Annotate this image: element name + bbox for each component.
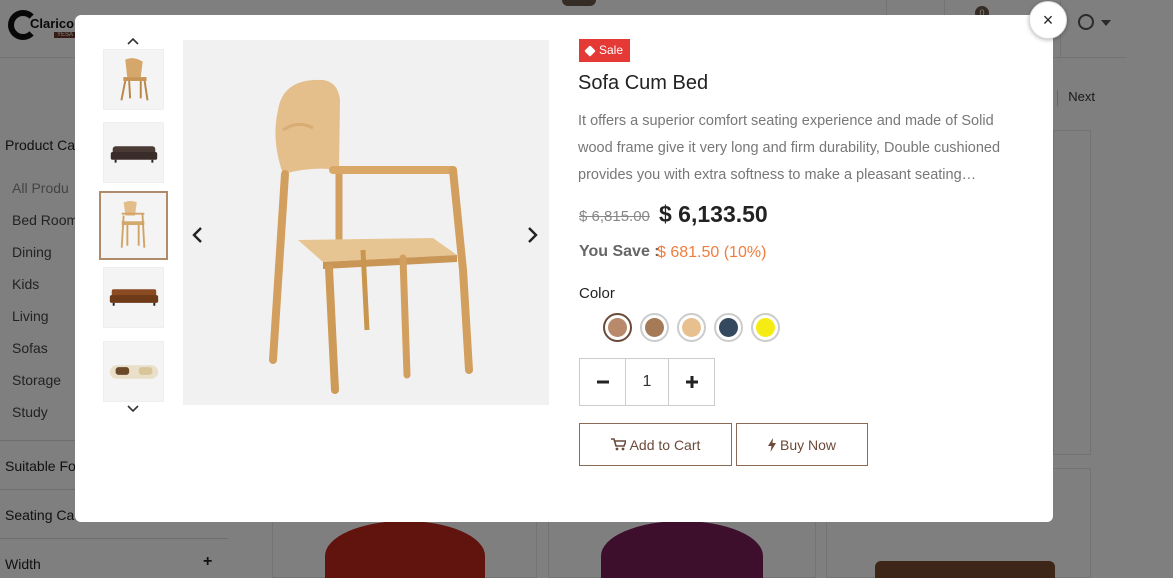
color-swatch-dot bbox=[645, 318, 664, 337]
thumbnail-dark-sofa[interactable] bbox=[103, 122, 164, 183]
color-swatch[interactable] bbox=[603, 313, 632, 342]
color-swatch-dot bbox=[682, 318, 701, 337]
you-save-value: $ 681.50 (10%) bbox=[657, 244, 767, 261]
tag-icon bbox=[584, 44, 596, 57]
buy-now-button[interactable]: Buy Now bbox=[736, 423, 868, 466]
color-swatch-dot bbox=[608, 318, 627, 337]
main-product-image bbox=[183, 40, 549, 405]
thumbnail-chair[interactable] bbox=[103, 49, 164, 110]
product-description: It offers a superior comfort seating exp… bbox=[578, 113, 1001, 183]
decrease-quantity-button[interactable] bbox=[580, 359, 625, 405]
thumbnail-armchair[interactable] bbox=[99, 191, 168, 260]
you-save-label: You Save : bbox=[579, 243, 660, 260]
minus-icon bbox=[596, 380, 609, 384]
close-button[interactable]: × bbox=[1029, 1, 1067, 39]
armchair-image bbox=[269, 79, 473, 394]
thumbnail-brown-sofa[interactable] bbox=[103, 267, 164, 328]
thumbnail-cream-sofa[interactable] bbox=[103, 341, 164, 402]
color-swatch[interactable] bbox=[751, 313, 780, 342]
sale-badge: Sale bbox=[579, 39, 631, 62]
chair-thumb-icon bbox=[120, 58, 149, 101]
cart-icon bbox=[610, 438, 626, 451]
plus-icon bbox=[685, 376, 698, 388]
previous-image-arrow-icon[interactable] bbox=[186, 223, 210, 247]
color-swatch-dot bbox=[719, 318, 738, 337]
current-price: $ 6,133.50 bbox=[659, 201, 768, 227]
next-image-arrow-icon[interactable] bbox=[520, 223, 544, 247]
quantity-stepper bbox=[579, 358, 715, 406]
old-price: $ 6,815.00 bbox=[579, 208, 650, 225]
color-swatch[interactable] bbox=[714, 313, 743, 342]
buy-now-label: Buy Now bbox=[779, 436, 837, 453]
color-swatch[interactable] bbox=[677, 313, 706, 342]
dark-sofa-thumb-icon bbox=[110, 146, 158, 163]
color-swatch[interactable] bbox=[640, 313, 669, 342]
brown-sofa-thumb-icon bbox=[109, 289, 159, 306]
armchair-thumb-icon bbox=[120, 201, 146, 248]
sale-badge-label: Sale bbox=[599, 43, 624, 57]
increase-quantity-button[interactable] bbox=[669, 359, 714, 405]
chevron-up-icon[interactable] bbox=[127, 36, 139, 48]
color-label: Color bbox=[579, 285, 615, 302]
product-title: Sofa Cum Bed bbox=[578, 72, 709, 94]
close-icon: × bbox=[1042, 10, 1054, 30]
chevron-down-icon[interactable] bbox=[127, 402, 139, 414]
quantity-input[interactable] bbox=[625, 359, 669, 405]
lightning-bolt-icon bbox=[767, 437, 776, 452]
add-to-cart-button[interactable]: Add to Cart bbox=[579, 423, 732, 466]
add-to-cart-label: Add to Cart bbox=[629, 436, 701, 453]
cream-sofa-thumb-icon bbox=[109, 365, 159, 379]
color-swatch-dot bbox=[756, 318, 775, 337]
